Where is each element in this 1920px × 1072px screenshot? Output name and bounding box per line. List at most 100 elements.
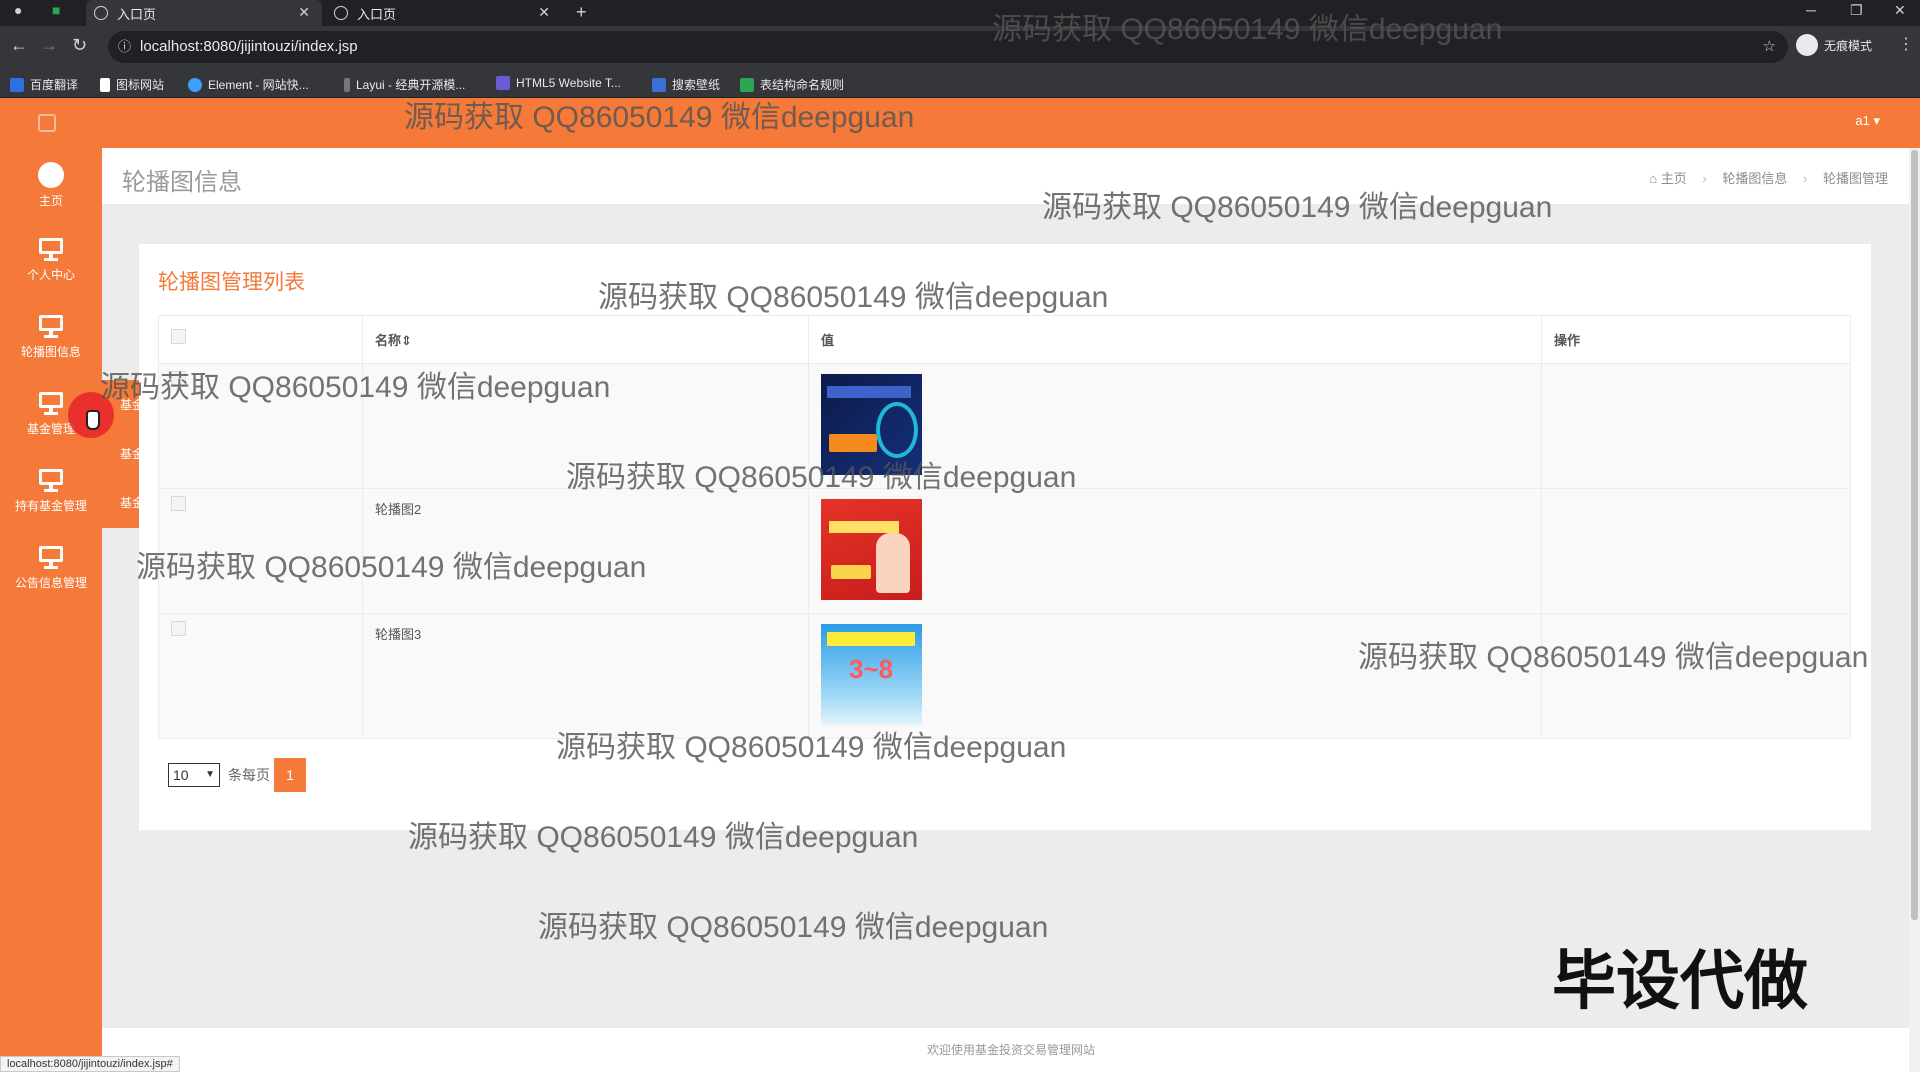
sidebar-item-label: 轮播图信息 [20, 345, 81, 359]
row-select-cell[interactable] [158, 613, 363, 739]
chevron-down-icon: ▼ [205, 769, 215, 780]
globe-icon [334, 6, 348, 20]
tab-inactive[interactable]: 入口页 ✕ [326, 0, 562, 26]
monitor-icon [37, 238, 65, 262]
bookmark-item[interactable]: Layui - 经典开源模... [344, 76, 465, 93]
monitor-icon [37, 469, 65, 493]
user-menu[interactable]: a1 ▾ [1855, 113, 1880, 129]
watermark: 源码获取 QQ86050149 微信deepguan [100, 371, 611, 404]
incognito-indicator[interactable]: 无痕模式 [1796, 34, 1872, 56]
watermark: 源码获取 QQ86050149 微信deepguan [1042, 191, 1553, 224]
watermark: 源码获取 QQ86050149 微信deepguan [598, 281, 1109, 314]
bookmark-star-icon[interactable]: ☆ [1763, 31, 1776, 63]
bookmark-item[interactable]: Element - 网站快... [188, 76, 309, 93]
monitor-icon [37, 315, 65, 339]
close-tab-icon[interactable]: ✕ [538, 4, 550, 21]
back-icon[interactable]: ← [10, 35, 28, 56]
flag-icon [100, 77, 110, 92]
watermark: 源码获取 QQ86050149 微信deepguan [404, 101, 915, 134]
watermark: 源码获取 QQ86050149 微信deepguan [538, 911, 1049, 944]
tab-active[interactable]: 入口页 ✕ [86, 0, 322, 26]
watermark: 源码获取 QQ86050149 微信deepguan [992, 13, 1503, 46]
per-page-label: 条每页 [228, 767, 270, 783]
row-checkbox[interactable] [171, 496, 186, 511]
status-bar: localhost:8080/jijintouzi/index.jsp# [0, 1056, 180, 1072]
element-icon [188, 77, 202, 92]
html5-icon [496, 76, 510, 90]
hand-cursor-icon [86, 410, 100, 430]
bookmark-item[interactable]: HTML5 Website T... [496, 76, 621, 90]
monitor-icon [37, 546, 65, 570]
watermark: 源码获取 QQ86050149 微信deepguan [408, 821, 919, 854]
column-value: 值 [808, 315, 1542, 364]
chrome-icon: ● [14, 2, 23, 18]
breadcrumb-carousel[interactable]: 轮播图信息 [1722, 171, 1787, 186]
incognito-label: 无痕模式 [1824, 38, 1873, 53]
wallpaper-icon [652, 77, 666, 92]
page-title: 轮播图信息 [122, 169, 242, 196]
window-close-icon[interactable]: ✕ [1894, 2, 1906, 19]
app-header: a1 ▾ [0, 98, 1920, 148]
tab-title: 入口页 [117, 6, 157, 22]
bookmark-item[interactable]: 百度翻译 [10, 76, 78, 93]
page-button[interactable]: 1 [274, 758, 306, 792]
breadcrumb-current: 轮播图管理 [1822, 171, 1888, 186]
scrollbar-thumb[interactable] [1911, 150, 1918, 920]
browser-tab-bar: ● ■ 入口页 ✕ 入口页 ✕ + ─ ❐ ✕ [0, 0, 1920, 26]
column-actions: 操作 [1541, 315, 1851, 364]
carousel-thumbnail [821, 499, 922, 600]
forward-icon[interactable]: → [40, 35, 58, 56]
sidebar-item-label: 基金管理 [26, 422, 75, 436]
bookmark-icon [10, 77, 24, 92]
sheet-icon [740, 77, 754, 92]
watermark: 源码获取 QQ86050149 微信deepguan [1358, 641, 1869, 674]
sidebar-item-profile[interactable]: 个人中心 [0, 228, 102, 298]
incognito-icon [1796, 34, 1818, 56]
sidebar: 主页 个人中心 轮播图信息 基金管理 持有基金管理 公告信息管理 [0, 148, 102, 1072]
sidebar-item-home[interactable]: 主页 [0, 152, 102, 222]
sidebar-item-label: 主页 [38, 194, 63, 208]
table-header-row: 名称⇕ 值 操作 [158, 315, 1851, 364]
watermark: 源码获取 QQ86050149 微信deepguan [556, 731, 1067, 764]
bookmarks-bar: 百度翻译 图标网站 Element - 网站快... Layui - 经典开源模… [0, 68, 1920, 98]
more-menu-icon[interactable]: ⋮ [1898, 34, 1914, 54]
watermark: 源码获取 QQ86050149 微信deepguan [136, 551, 647, 584]
page-size-select[interactable]: 10 ▼ [168, 763, 220, 787]
pagination: 10 ▼ 条每页 1 [168, 758, 306, 792]
reload-icon[interactable]: ↻ [72, 35, 87, 56]
bookmark-item[interactable]: 图标网站 [100, 76, 164, 93]
sidebar-item-holdings[interactable]: 持有基金管理 [0, 459, 102, 529]
restore-icon[interactable]: ❐ [1850, 2, 1863, 19]
column-select-all[interactable] [158, 315, 363, 364]
close-tab-icon[interactable]: ✕ [298, 4, 310, 21]
actions-cell [1541, 363, 1851, 489]
bookmark-item[interactable]: 表结构命名规则 [740, 76, 844, 93]
card-title: 轮播图管理列表 [158, 271, 305, 294]
select-all-checkbox[interactable] [171, 329, 186, 344]
scrollbar[interactable] [1909, 148, 1920, 1072]
row-checkbox[interactable] [171, 621, 186, 636]
browser-toolbar: ← → ↻ ⓘ localhost:8080/jijintouzi/index.… [0, 26, 1920, 68]
sidebar-item-label: 公告信息管理 [14, 576, 87, 590]
app-icon: ■ [52, 2, 61, 18]
address-bar[interactable]: ⓘ localhost:8080/jijintouzi/index.jsp ☆ [108, 31, 1788, 63]
new-tab-icon[interactable]: + [576, 2, 587, 23]
value-cell [808, 488, 1542, 614]
name-cell: 轮播图3 [362, 613, 809, 739]
chevron-right-icon: › [1803, 171, 1808, 186]
sidebar-item-carousel[interactable]: 轮播图信息 [0, 305, 102, 375]
sidebar-item-notices[interactable]: 公告信息管理 [0, 536, 102, 606]
home-icon: ⌂ [1649, 171, 1661, 186]
info-icon[interactable]: ⓘ [118, 31, 131, 63]
url-text: localhost:8080/jijintouzi/index.jsp [140, 38, 358, 55]
breadcrumb-home[interactable]: 主页 [1661, 171, 1687, 186]
column-name[interactable]: 名称⇕ [362, 315, 809, 364]
bookmark-item[interactable]: 搜索壁纸 [652, 76, 720, 93]
actions-cell [1541, 488, 1851, 614]
tab-title: 入口页 [357, 6, 397, 22]
globe-icon [94, 6, 108, 20]
minimize-icon[interactable]: ─ [1806, 2, 1816, 18]
watermark-stamp: 毕设代做 [1552, 945, 1808, 1017]
footer: 欢迎使用基金投资交易管理网站 [102, 1028, 1920, 1072]
layui-icon [344, 77, 350, 92]
